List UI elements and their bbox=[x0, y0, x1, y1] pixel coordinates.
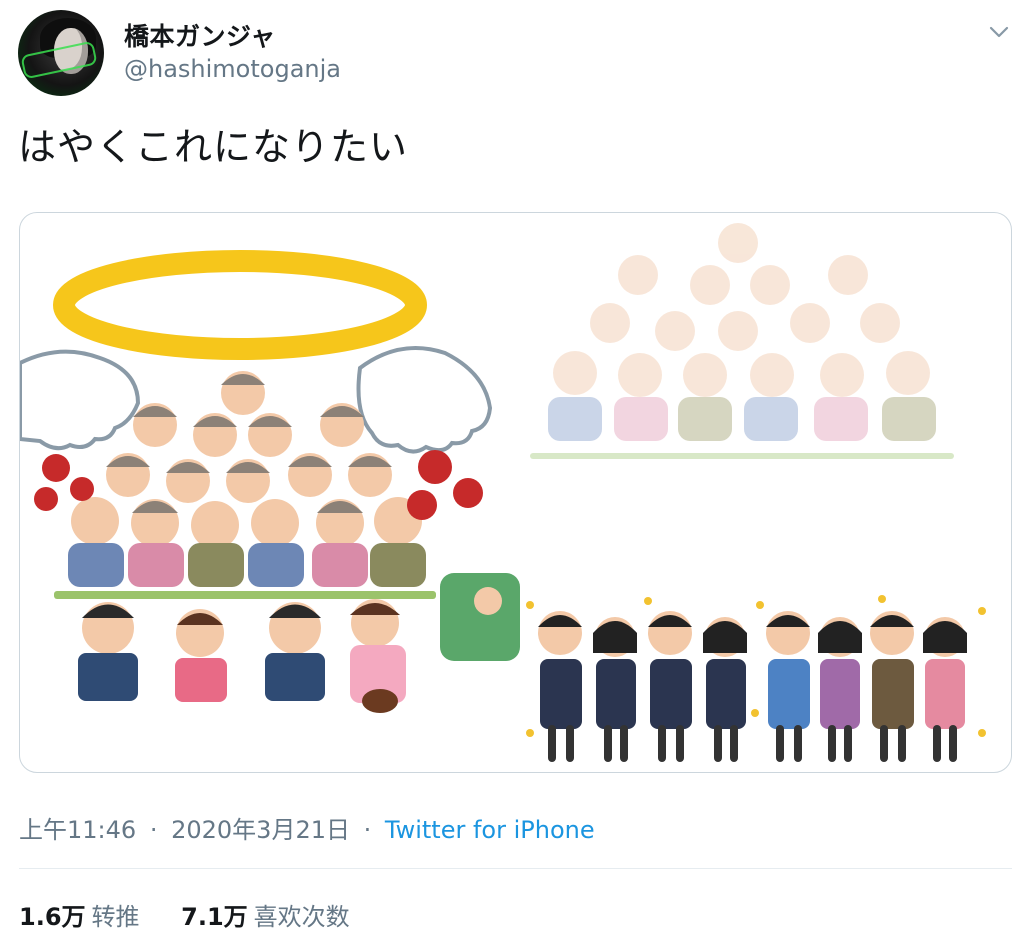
retweets-label: 转推 bbox=[91, 903, 140, 931]
halo-illustration bbox=[53, 250, 427, 360]
retweets-stat[interactable]: 1.6万 转推 bbox=[19, 897, 140, 932]
tweet-timestamp-line: 上午11:46 · 2020年3月21日 · Twitter for iPhon… bbox=[19, 810, 595, 845]
avatar[interactable] bbox=[18, 10, 104, 96]
tweet-source-link[interactable]: Twitter for iPhone bbox=[385, 816, 595, 844]
chevron-down-icon[interactable] bbox=[985, 18, 1013, 46]
tweet-time[interactable]: 上午11:46 bbox=[19, 816, 136, 844]
tweet-media-image[interactable] bbox=[19, 212, 1012, 773]
tweet-stats: 1.6万 转推 7.1万 喜欢次数 bbox=[19, 897, 384, 932]
tweet-date[interactable]: 2020年3月21日 bbox=[171, 816, 350, 844]
cheering-people-illustration bbox=[526, 595, 986, 762]
meta-separator: · bbox=[149, 816, 158, 844]
likes-label: 喜欢次数 bbox=[253, 903, 350, 931]
tweet-text: はやくこれになりたい bbox=[18, 125, 409, 169]
meta-separator: · bbox=[363, 816, 372, 844]
divider bbox=[19, 868, 1012, 869]
likes-stat[interactable]: 7.1万 喜欢次数 bbox=[181, 897, 350, 932]
faded-elderly-illustration bbox=[530, 223, 954, 459]
likes-count: 7.1万 bbox=[181, 903, 248, 931]
user-handle[interactable]: @hashimotoganja bbox=[124, 55, 341, 83]
display-name[interactable]: 橋本ガンジャ bbox=[124, 17, 276, 53]
retweets-count: 1.6万 bbox=[19, 903, 86, 931]
